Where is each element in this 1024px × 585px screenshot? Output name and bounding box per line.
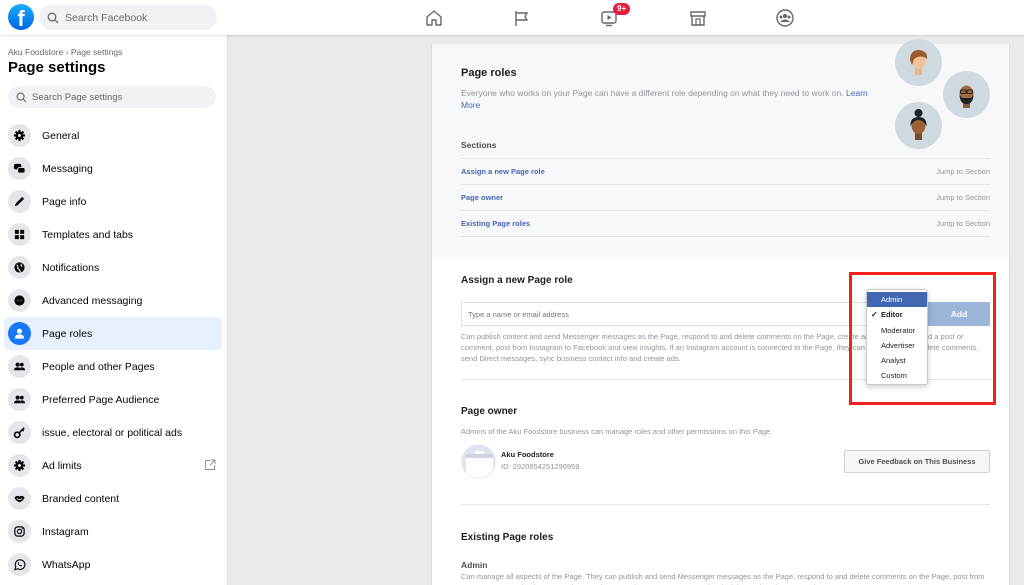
intro-description-text: Everyone who works on your Page can have… [461, 88, 844, 98]
existing-roles-heading: Existing Page roles [461, 532, 554, 543]
give-feedback-button[interactable]: Give Feedback on This Business [844, 450, 990, 473]
page-roles-intro: Page roles Everyone who works on your Pa… [432, 39, 1009, 257]
sidebar-item-page-info[interactable]: Page info [4, 185, 222, 218]
business-avatar [461, 444, 496, 479]
illustration-avatar-1 [895, 39, 942, 86]
section-link-assign[interactable]: Assign a new Page role [461, 167, 545, 176]
grid-icon [14, 229, 25, 240]
sidebar-item-general[interactable]: General [4, 119, 222, 152]
page-title: Page settings [8, 59, 106, 76]
sidebar-item-page-roles[interactable]: Page roles [4, 317, 222, 350]
role-option-label: Editor [881, 310, 903, 320]
chat-bubbles-icon [13, 163, 26, 174]
role-option-custom[interactable]: Custom [867, 368, 927, 383]
settings-search-input[interactable]: Search Page settings [8, 86, 216, 108]
intro-description: Everyone who works on your Page can have… [461, 88, 871, 111]
sidebar-item-messaging[interactable]: Messaging [4, 152, 222, 185]
sidebar-item-ad-limits[interactable]: Ad limits [4, 449, 222, 482]
settings-menu: General Messaging Page info Templates an… [4, 119, 222, 581]
settings-sidebar: Aku Foodstore › Page settings Page setti… [0, 35, 228, 585]
role-option-admin[interactable]: Admin [867, 292, 927, 308]
external-link-icon [205, 459, 216, 470]
sidebar-item-label: General [42, 129, 80, 142]
home-icon[interactable] [424, 8, 444, 28]
messenger-icon [14, 295, 25, 306]
page-owner-heading: Page owner [461, 406, 518, 417]
search-placeholder: Search Page settings [32, 91, 123, 103]
sidebar-item-advanced-messaging[interactable]: Advanced messaging [4, 284, 222, 317]
sidebar-item-branded-content[interactable]: Branded content [4, 482, 222, 515]
admin-role-description: Can manage all aspects of the Page. They… [461, 572, 985, 585]
sidebar-item-label: Messaging [42, 162, 93, 175]
section-row-existing: Existing Page roles Jump to Section [461, 210, 990, 236]
business-id: ID: 2920854251296959 [501, 462, 580, 471]
sections-heading: Sections [461, 140, 497, 150]
store-icon[interactable] [688, 8, 708, 28]
section-row-owner: Page owner Jump to Section [461, 184, 990, 210]
sidebar-item-whatsapp[interactable]: WhatsApp [4, 548, 222, 581]
sidebar-item-label: Instagram [42, 525, 89, 538]
illustration-avatar-3 [895, 102, 942, 149]
sidebar-item-label: Preferred Page Audience [42, 393, 160, 406]
sidebar-item-people-and-other-pages[interactable]: People and other Pages [4, 350, 222, 383]
sidebar-item-label: Ad limits [42, 459, 82, 472]
sidebar-item-preferred-page-audience[interactable]: Preferred Page Audience [4, 383, 222, 416]
role-option-analyst[interactable]: Analyst [867, 353, 927, 368]
sidebar-item-label: Notifications [42, 261, 100, 274]
section-title: Page roles [461, 67, 517, 79]
groups-icon[interactable] [775, 8, 795, 28]
section-row-assign: Assign a new Page role Jump to Section [461, 158, 990, 184]
section-link-owner[interactable]: Page owner [461, 193, 503, 202]
notification-badge: 9+ [613, 3, 631, 15]
assign-role-heading: Assign a new Page role [461, 275, 573, 286]
sidebar-item-templates-and-tabs[interactable]: Templates and tabs [4, 218, 222, 251]
person-illustration-icon [910, 109, 927, 140]
key-icon [13, 427, 25, 439]
people-icon [13, 395, 26, 404]
people-icon [13, 362, 26, 371]
owner-description: Admins of the Aku Foodstore business can… [461, 427, 773, 436]
gear-icon [13, 129, 26, 142]
globe-icon [14, 262, 25, 273]
search-icon [16, 92, 27, 102]
section-link-existing[interactable]: Existing Page roles [461, 219, 530, 228]
sidebar-item-label: Templates and tabs [42, 228, 134, 241]
role-option-advertiser[interactable]: Advertiser [867, 338, 927, 353]
jump-to-section-link[interactable]: Jump to Section [936, 167, 990, 176]
sidebar-item-label: Branded content [42, 492, 120, 505]
sidebar-item-instagram[interactable]: Instagram [4, 515, 222, 548]
jump-to-section-link[interactable]: Jump to Section [936, 219, 990, 228]
gear-icon [13, 459, 26, 472]
top-navigation-bar: f Search Facebook 9+ [0, 0, 1024, 35]
sidebar-item-notifications[interactable]: Notifications [4, 251, 222, 284]
divider [461, 504, 990, 505]
business-name[interactable]: Aku Foodstore [501, 450, 554, 459]
handshake-icon [14, 495, 25, 503]
sidebar-item-label: WhatsApp [42, 558, 91, 571]
name-or-email-input[interactable] [461, 302, 871, 326]
role-dropdown-menu: Admin ✓ Editor Moderator Advertiser Analy… [866, 289, 928, 385]
instagram-icon [14, 526, 25, 537]
sidebar-item-label: People and other Pages [42, 360, 155, 373]
illustration-avatar-2 [943, 71, 990, 118]
person-illustration-icon [910, 50, 928, 75]
breadcrumb[interactable]: Aku Foodstore › Page settings [8, 47, 122, 57]
role-option-editor[interactable]: ✓ Editor [867, 307, 927, 322]
sidebar-item-label: Advanced messaging [42, 294, 143, 307]
sidebar-item-label: Page info [42, 195, 87, 208]
whatsapp-icon [13, 559, 26, 571]
pencil-icon [14, 196, 25, 207]
role-option-moderator[interactable]: Moderator [867, 323, 927, 338]
divider [461, 236, 990, 237]
jump-to-section-link[interactable]: Jump to Section [936, 193, 990, 202]
briefcase-icon [462, 445, 495, 478]
person-illustration-icon [959, 85, 974, 108]
flag-icon[interactable] [512, 8, 532, 28]
person-icon [14, 328, 25, 339]
sidebar-item-label: Page roles [42, 327, 93, 340]
sidebar-item-label: issue, electoral or political ads [42, 426, 183, 439]
sidebar-item-political-ads[interactable]: issue, electoral or political ads [4, 416, 222, 449]
role-heading-admin: Admin [461, 560, 488, 570]
checkmark-icon: ✓ [871, 310, 878, 320]
